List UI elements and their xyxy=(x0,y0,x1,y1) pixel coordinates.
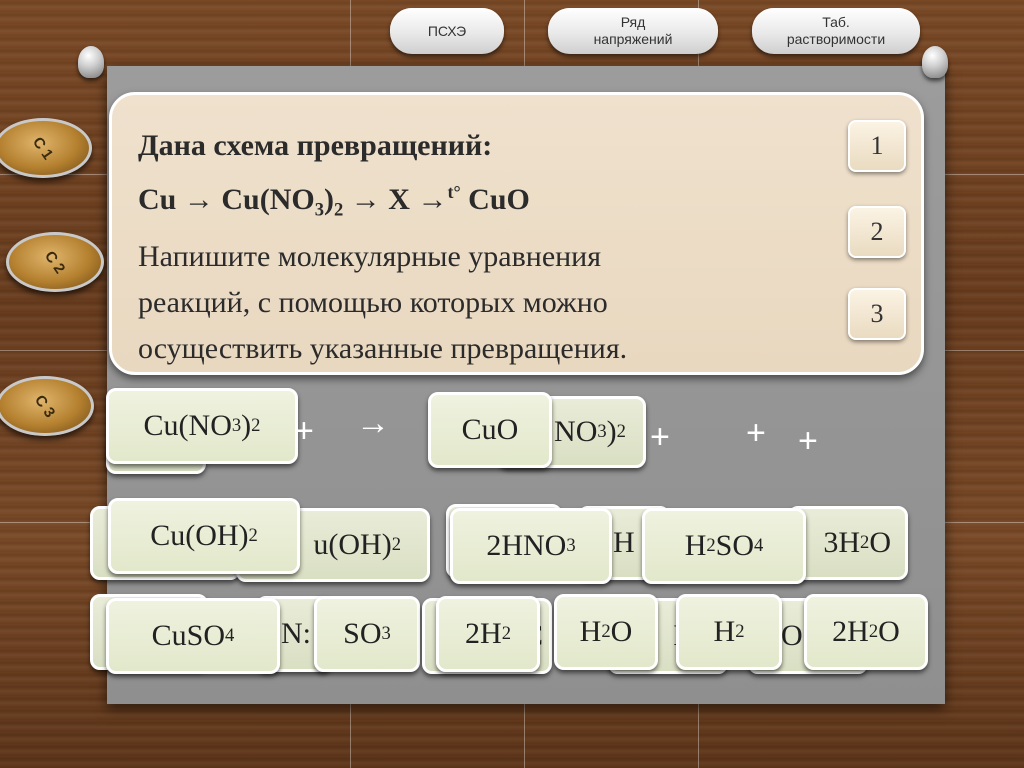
tile-2hno3[interactable]: 2HNO 3 xyxy=(450,508,612,584)
task-text-line1: Напишите молекулярные уравнения xyxy=(138,239,602,273)
coin-c2-button[interactable]: C 2 xyxy=(6,232,104,292)
task-heading: Дана схема превращений: xyxy=(138,129,493,162)
tile-so3[interactable]: SO 3 xyxy=(314,596,420,672)
step-2-button[interactable]: 2 xyxy=(848,206,906,258)
pshe-label: ПСХЭ xyxy=(427,22,467,39)
tile-cuo[interactable]: CuO xyxy=(428,392,552,468)
tile-2h2o[interactable]: 2H 2 O xyxy=(804,594,928,670)
task-scheme: Cu → Cu(NO3)2 → X →t° CuO xyxy=(138,182,530,221)
tile-h2so4[interactable]: H 2 SO 4 xyxy=(642,508,806,584)
tile-h2o[interactable]: H2O xyxy=(554,594,658,670)
arrow-sign: → xyxy=(356,404,390,442)
tile-h2[interactable]: H2 xyxy=(676,594,782,670)
task-text-line3: осуществить указанные превращения. xyxy=(138,331,628,365)
plus-sign: + xyxy=(798,422,818,460)
task-card: Дана схема превращений: Cu → Cu(NO3)2 → … xyxy=(109,92,924,375)
coin-c1-button[interactable]: C 1 xyxy=(0,118,92,178)
plus-sign: + xyxy=(746,414,766,452)
activity-series-label: Ряд напряжений xyxy=(593,14,673,47)
tile-cu-no3-2[interactable]: Cu(NO 3) 2 xyxy=(106,388,298,464)
solubility-table-label: Таб. растворимости xyxy=(786,14,886,47)
tile-cuso4[interactable]: CuSO 4 xyxy=(106,598,280,674)
coin-c3-button[interactable]: C 3 xyxy=(0,376,94,436)
tile-cu-oh-2[interactable]: Cu(OH) 2 xyxy=(108,498,300,574)
plus-sign: + xyxy=(294,412,314,450)
pin-icon xyxy=(922,46,948,78)
pin-icon xyxy=(78,46,104,78)
pshe-button[interactable]: ПСХЭ xyxy=(390,8,504,54)
solubility-table-button[interactable]: Таб. растворимости xyxy=(752,8,920,54)
activity-series-button[interactable]: Ряд напряжений xyxy=(548,8,718,54)
plus-sign: + xyxy=(650,418,670,456)
task-text-line2: реакций, с помощью которых можно xyxy=(138,285,608,319)
step-1-button[interactable]: 1 xyxy=(848,120,906,172)
step-3-button[interactable]: 3 xyxy=(848,288,906,340)
tile-3h2o-partial[interactable]: 3H 2 O xyxy=(788,506,908,580)
tile-2h2[interactable]: 2H 2 xyxy=(436,596,540,672)
